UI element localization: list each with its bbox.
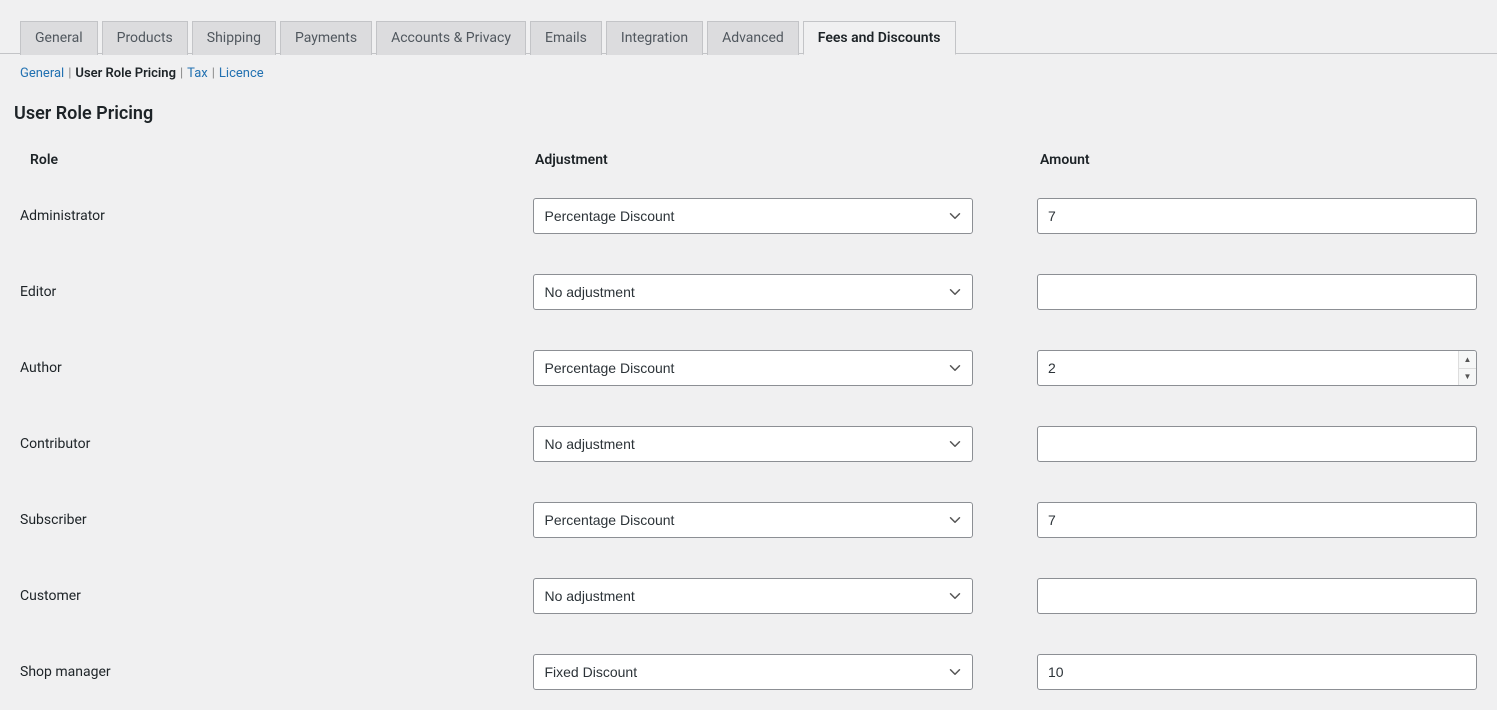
header-adjustment: Adjustment [535, 152, 1040, 168]
adjustment-cell: No adjustmentPercentage DiscountFixed Di… [533, 426, 1037, 462]
subnav-licence[interactable]: Licence [219, 66, 264, 81]
spinner-down-icon[interactable]: ▼ [1459, 369, 1476, 386]
table-row: ContributorNo adjustmentPercentage Disco… [20, 406, 1477, 482]
tab-fees-and-discounts[interactable]: Fees and Discounts [803, 21, 956, 55]
page-title: User Role Pricing [0, 81, 1497, 132]
amount-cell [1037, 502, 1477, 538]
table-row: SubscriberNo adjustmentPercentage Discou… [20, 482, 1477, 558]
table-header-row: Role Adjustment Amount [20, 132, 1477, 178]
amount-input[interactable] [1037, 274, 1477, 310]
separator: | [180, 66, 183, 81]
adjustment-select[interactable]: No adjustmentPercentage DiscountFixed Di… [533, 654, 973, 690]
adjustment-cell: No adjustmentPercentage DiscountFixed Di… [533, 578, 1037, 614]
amount-cell: ▲▼ [1037, 350, 1477, 386]
spinner-up-icon[interactable]: ▲ [1459, 351, 1476, 369]
table-row: EditorNo adjustmentPercentage DiscountFi… [20, 254, 1477, 330]
subnav-general[interactable]: General [20, 66, 64, 81]
amount-cell [1037, 198, 1477, 234]
role-label: Shop manager [20, 664, 533, 680]
role-label: Subscriber [20, 512, 533, 528]
adjustment-select[interactable]: No adjustmentPercentage DiscountFixed Di… [533, 350, 973, 386]
adjustment-cell: No adjustmentPercentage DiscountFixed Di… [533, 654, 1037, 690]
role-label: Customer [20, 588, 533, 604]
adjustment-select[interactable]: No adjustmentPercentage DiscountFixed Di… [533, 426, 973, 462]
role-label: Author [20, 360, 533, 376]
adjustment-select[interactable]: No adjustmentPercentage DiscountFixed Di… [533, 274, 973, 310]
tab-payments[interactable]: Payments [280, 21, 372, 55]
amount-input[interactable] [1037, 198, 1477, 234]
amount-cell [1037, 274, 1477, 310]
table-row: Shop managerNo adjustmentPercentage Disc… [20, 634, 1477, 710]
tab-emails[interactable]: Emails [530, 21, 602, 55]
spinner-buttons: ▲▼ [1458, 351, 1476, 385]
adjustment-select[interactable]: No adjustmentPercentage DiscountFixed Di… [533, 578, 973, 614]
amount-cell [1037, 654, 1477, 690]
role-label: Contributor [20, 436, 533, 452]
adjustment-select[interactable]: No adjustmentPercentage DiscountFixed Di… [533, 198, 973, 234]
main-tabs: GeneralProductsShippingPaymentsAccounts … [0, 20, 1497, 54]
role-label: Administrator [20, 208, 533, 224]
role-label: Editor [20, 284, 533, 300]
adjustment-select[interactable]: No adjustmentPercentage DiscountFixed Di… [533, 502, 973, 538]
header-role: Role [20, 152, 535, 168]
adjustment-cell: No adjustmentPercentage DiscountFixed Di… [533, 198, 1037, 234]
adjustment-cell: No adjustmentPercentage DiscountFixed Di… [533, 350, 1037, 386]
table-row: AuthorNo adjustmentPercentage DiscountFi… [20, 330, 1477, 406]
header-amount: Amount [1040, 152, 1477, 168]
adjustment-cell: No adjustmentPercentage DiscountFixed Di… [533, 502, 1037, 538]
form-area: Role Adjustment Amount AdministratorNo a… [0, 132, 1497, 710]
tab-accounts-privacy[interactable]: Accounts & Privacy [376, 21, 526, 55]
subnav-user-role-pricing[interactable]: User Role Pricing [75, 66, 176, 81]
tab-advanced[interactable]: Advanced [707, 21, 799, 55]
tab-products[interactable]: Products [102, 21, 188, 55]
amount-input[interactable] [1037, 578, 1477, 614]
table-row: CustomerNo adjustmentPercentage Discount… [20, 558, 1477, 634]
amount-input[interactable] [1037, 350, 1477, 386]
table-row: AdministratorNo adjustmentPercentage Dis… [20, 178, 1477, 254]
amount-input[interactable] [1037, 502, 1477, 538]
amount-input[interactable] [1037, 426, 1477, 462]
amount-input[interactable] [1037, 654, 1477, 690]
tab-integration[interactable]: Integration [606, 21, 703, 55]
tab-shipping[interactable]: Shipping [192, 21, 276, 55]
separator: | [212, 66, 215, 81]
tab-general[interactable]: General [20, 21, 98, 55]
sub-nav: General | User Role Pricing | Tax | Licence [0, 54, 1497, 81]
adjustment-cell: No adjustmentPercentage DiscountFixed Di… [533, 274, 1037, 310]
separator: | [68, 66, 71, 81]
subnav-tax[interactable]: Tax [187, 66, 208, 81]
amount-cell [1037, 578, 1477, 614]
amount-cell [1037, 426, 1477, 462]
